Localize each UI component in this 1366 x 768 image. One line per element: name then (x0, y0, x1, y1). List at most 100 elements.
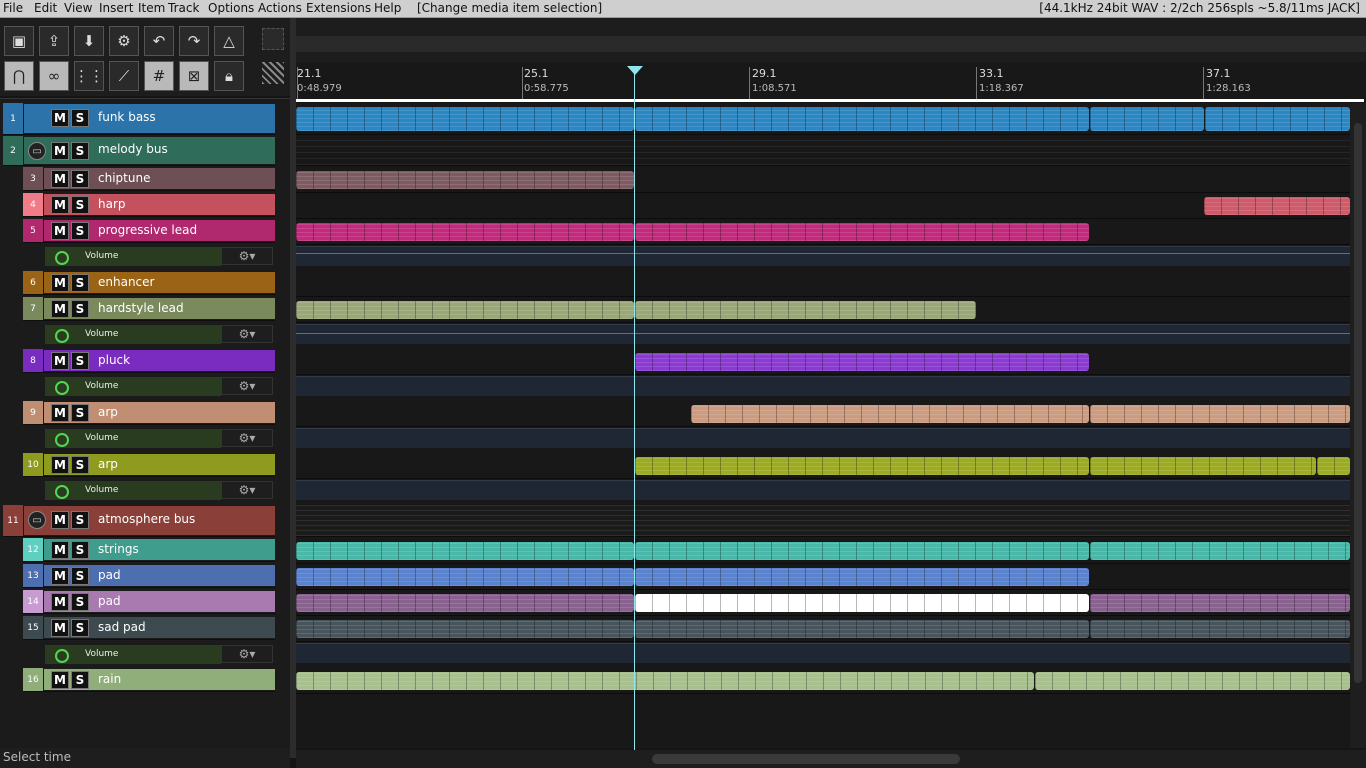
solo-button[interactable]: S (71, 352, 89, 370)
track-name[interactable]: atmosphere bus (98, 512, 195, 526)
track-lane[interactable] (296, 505, 1350, 537)
track-lane[interactable] (296, 401, 1350, 427)
media-item[interactable] (635, 620, 1089, 638)
media-item[interactable] (635, 568, 1089, 586)
mute-button[interactable]: M (51, 511, 69, 529)
media-item[interactable] (1317, 457, 1350, 475)
envelope-lane-header[interactable]: Volume ⚙▾ (45, 324, 273, 344)
folder-icon[interactable]: ▭ (28, 511, 46, 529)
mute-button[interactable]: M (51, 142, 69, 160)
solo-button[interactable]: S (71, 456, 89, 474)
volume-envelope-lane[interactable] (296, 428, 1350, 448)
crossfade-icon[interactable]: ⋂ (4, 61, 34, 91)
track-name[interactable]: melody bus (98, 142, 168, 156)
selection-icon[interactable] (262, 28, 284, 50)
media-item[interactable] (1090, 620, 1350, 638)
track-name[interactable]: funk bass (98, 110, 156, 124)
volume-envelope-lane[interactable] (296, 324, 1350, 344)
media-item[interactable] (635, 301, 976, 319)
envelope-active-icon[interactable] (55, 485, 69, 499)
envelope-lane-header[interactable]: Volume ⚙▾ (45, 246, 273, 266)
mute-button[interactable]: M (51, 541, 69, 559)
track-name[interactable]: arp (98, 405, 118, 419)
track-header-14[interactable]: 14 M S pad (23, 590, 275, 614)
track-header-12[interactable]: 12 M S strings (23, 538, 275, 562)
envelope-settings-icon[interactable]: ⚙▾ (221, 645, 273, 663)
menu-item[interactable]: Item (138, 1, 165, 15)
envelope-line[interactable] (296, 253, 1350, 254)
arrange-view[interactable] (296, 103, 1350, 748)
track-name[interactable]: progressive lead (98, 223, 197, 237)
envelope-settings-icon[interactable]: ⚙▾ (221, 247, 273, 265)
track-lane[interactable] (296, 297, 1350, 323)
media-item[interactable] (296, 568, 634, 586)
track-name[interactable]: arp (98, 457, 118, 471)
media-item[interactable] (1205, 107, 1350, 131)
mute-button[interactable]: M (51, 567, 69, 585)
envelope-settings-icon[interactable]: ⚙▾ (221, 325, 273, 343)
solo-button[interactable]: S (71, 567, 89, 585)
media-item[interactable] (1090, 405, 1350, 423)
render-icon[interactable]: ⇪ (39, 26, 69, 56)
ripple-icon[interactable]: ⊠ (179, 61, 209, 91)
solo-button[interactable]: S (71, 541, 89, 559)
track-name[interactable]: hardstyle lead (98, 301, 184, 315)
track-name[interactable]: sad pad (98, 620, 146, 634)
envelope-lane-header[interactable]: Volume ⚙▾ (45, 428, 273, 448)
grid-icon[interactable]: ⋮⋮ (74, 61, 104, 91)
mute-button[interactable]: M (51, 109, 69, 127)
track-name[interactable]: chiptune (98, 171, 150, 185)
mute-button[interactable]: M (51, 619, 69, 637)
mute-button[interactable]: M (51, 593, 69, 611)
volume-envelope-lane[interactable] (296, 480, 1350, 500)
solo-button[interactable]: S (71, 511, 89, 529)
envelope-settings-icon[interactable]: ⚙▾ (221, 481, 273, 499)
playhead-marker[interactable] (627, 66, 643, 75)
track-name[interactable]: pad (98, 568, 121, 582)
volume-envelope-lane[interactable] (296, 376, 1350, 396)
menu-help[interactable]: Help (374, 1, 401, 15)
mute-button[interactable]: M (51, 456, 69, 474)
track-lane[interactable] (296, 219, 1350, 245)
track-lane[interactable] (296, 193, 1350, 219)
media-item[interactable] (296, 594, 634, 612)
track-lane[interactable] (296, 271, 1350, 297)
project-icon[interactable]: ▣ (4, 26, 34, 56)
mute-button[interactable]: M (51, 300, 69, 318)
track-name[interactable]: pad (98, 594, 121, 608)
lock-icon[interactable]: 🔒︎ (214, 61, 244, 91)
solo-button[interactable]: S (71, 593, 89, 611)
menu-insert[interactable]: Insert (99, 1, 133, 15)
track-lane[interactable] (296, 538, 1350, 564)
track-header-7[interactable]: 7 M S hardstyle lead (23, 297, 275, 321)
track-lane[interactable] (296, 136, 1350, 166)
media-item[interactable] (1090, 542, 1350, 560)
menu-view[interactable]: View (64, 1, 92, 15)
redo-icon[interactable]: ↷ (179, 26, 209, 56)
media-item[interactable] (296, 542, 634, 560)
solo-button[interactable]: S (71, 300, 89, 318)
menu-actions[interactable]: Actions (258, 1, 302, 15)
audio-info[interactable]: [44.1kHz 24bit WAV : 2/2ch 256spls ~5.8/… (1039, 1, 1360, 15)
track-name[interactable]: pluck (98, 353, 130, 367)
folder-icon[interactable]: ▭ (28, 142, 46, 160)
link-icon[interactable]: ∞ (39, 61, 69, 91)
media-item[interactable] (635, 223, 1089, 241)
mute-button[interactable]: M (51, 222, 69, 240)
track-lane[interactable] (296, 668, 1350, 694)
settings-icon[interactable]: ⚙ (109, 26, 139, 56)
track-lane[interactable] (296, 103, 1350, 135)
media-item-selected[interactable] (635, 594, 1089, 612)
envelope-active-icon[interactable] (55, 381, 69, 395)
envelope-active-icon[interactable] (55, 649, 69, 663)
media-item[interactable] (1090, 107, 1204, 131)
menu-edit[interactable]: Edit (34, 1, 57, 15)
track-header-8[interactable]: 8 M S pluck (23, 349, 275, 373)
envelope-settings-icon[interactable]: ⚙▾ (221, 429, 273, 447)
solo-button[interactable]: S (71, 109, 89, 127)
track-name[interactable]: strings (98, 542, 139, 556)
track-header-11[interactable]: 11 ▭ M S atmosphere bus (3, 505, 275, 537)
envelope-active-icon[interactable] (55, 433, 69, 447)
media-item[interactable] (1090, 457, 1316, 475)
solo-button[interactable]: S (71, 274, 89, 292)
